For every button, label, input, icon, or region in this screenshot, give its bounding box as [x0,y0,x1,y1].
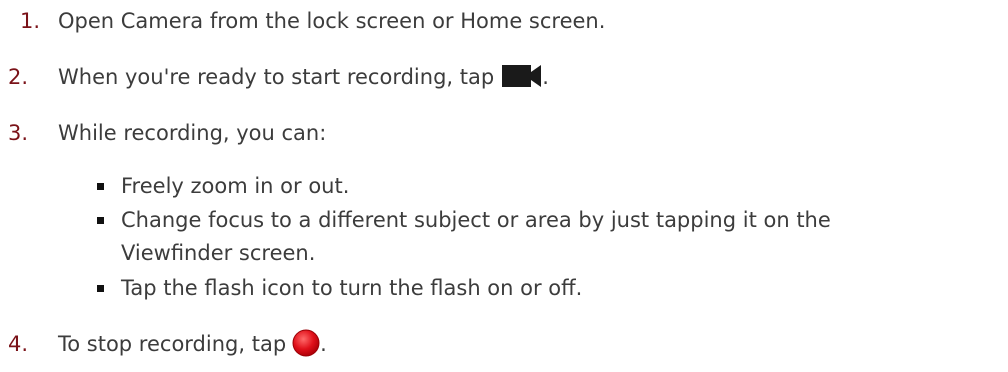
bullet-1-text: Freely zoom in or out. [121,174,350,198]
step-4-number: 4. [8,332,29,356]
bullet-square-icon [97,183,104,190]
step-2-number: 2. [8,65,29,89]
step-1-text: Open Camera from the lock screen or Home… [58,9,606,33]
video-camera-icon [502,64,542,88]
bullet-3-text: Tap the flash icon to turn the flash on … [121,276,583,300]
record-stop-icon [292,329,320,357]
bullet-square-icon [97,285,104,292]
step-1-number: 1. [20,9,41,33]
step-4-suffix: . [320,332,327,356]
step-2-text: When you're ready to start recording, ta… [58,65,495,89]
step-2-line: When you're ready to start recording, ta… [58,63,549,91]
bullet-square-icon [97,217,104,224]
step-3-number: 3. [8,121,29,145]
bullet-2-text-line2: Viewfinder screen. [121,241,316,265]
step-3-text: While recording, you can: [58,121,327,145]
bullet-2-text-line1: Change focus to a different subject or a… [121,208,831,232]
step-2-suffix: . [542,65,549,89]
step-4-text: To stop recording, tap [58,332,287,356]
step-4-line: To stop recording, tap. [58,329,327,358]
